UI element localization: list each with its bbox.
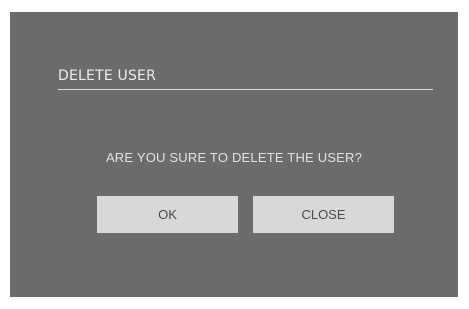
close-button-label: CLOSE <box>301 207 346 222</box>
title-divider <box>58 89 433 90</box>
delete-user-dialog: DELETE USER ARE YOU SURE TO DELETE THE U… <box>10 12 458 297</box>
dialog-title: DELETE USER <box>58 68 157 84</box>
ok-button-label: OK <box>158 207 177 222</box>
ok-button[interactable]: OK <box>97 196 238 233</box>
page-background: DELETE USER ARE YOU SURE TO DELETE THE U… <box>0 0 469 309</box>
confirmation-message: ARE YOU SURE TO DELETE THE USER? <box>105 150 363 165</box>
close-button[interactable]: CLOSE <box>253 196 394 233</box>
